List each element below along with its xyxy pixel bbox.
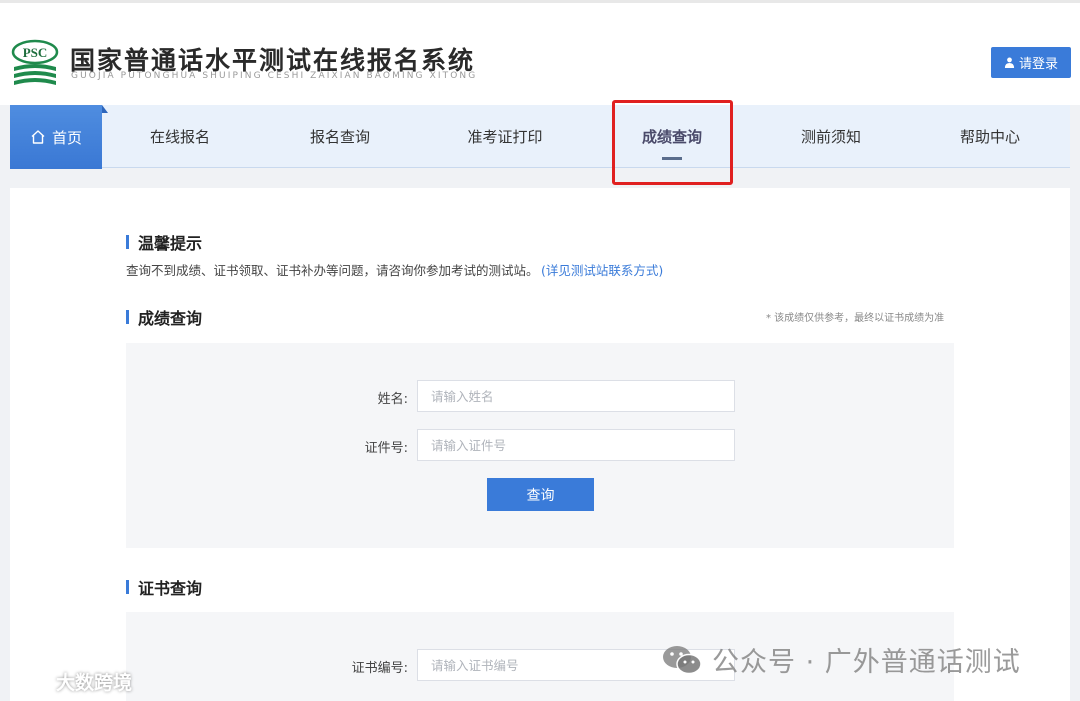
home-icon (31, 130, 45, 144)
watermark-left-text: 大数跨境 (56, 672, 133, 694)
chat-bubble-icon (11, 672, 48, 694)
login-button[interactable]: 请登录 (991, 47, 1071, 78)
user-icon (1004, 57, 1015, 68)
nav-item-pre-test-notice[interactable]: 测前须知 (781, 105, 881, 168)
score-query-submit-button[interactable]: 查询 (487, 478, 594, 511)
psc-logo: PSC (11, 39, 59, 85)
name-input[interactable] (417, 380, 735, 412)
cert-query-title-text: 证书查询 (138, 579, 203, 598)
site-title-pinyin: GUOJIA PUTONGHUA SHUIPING CESHI ZAIXIAN … (71, 71, 478, 81)
nav-item-admission-ticket[interactable]: 准考证打印 (455, 105, 555, 168)
id-number-label: 证件号: (364, 441, 408, 456)
active-tab-indicator (662, 157, 682, 160)
watermark-left: 大数跨境 (10, 668, 132, 695)
nav-item-help-center[interactable]: 帮助中心 (940, 105, 1040, 168)
nav-item-online-registration[interactable]: 在线报名 (130, 105, 230, 168)
site-header: PSC 国家普通话水平测试在线报名系统 GUOJIA PUTONGHUA SHU… (0, 3, 1080, 105)
login-label: 请登录 (1018, 57, 1058, 72)
score-disclaimer: * 该成绩仅供参考，最终以证书成绩为准 (766, 313, 945, 324)
nav-home-notch (102, 105, 108, 113)
id-number-input[interactable] (417, 429, 735, 461)
wechat-icon (663, 645, 702, 674)
watermark-right-text: 公众号 · 广外普通话测试 (712, 647, 1021, 678)
nav-item-home[interactable]: 首页 (10, 105, 102, 169)
score-query-title-text: 成绩查询 (138, 309, 203, 328)
tips-title-text: 温馨提示 (138, 234, 203, 253)
name-label: 姓名: (377, 392, 408, 407)
tips-text: 查询不到成绩、证书领取、证书补办等问题，请咨询你参加考试的测试站。 (126, 263, 539, 278)
cert-number-label: 证书编号: (351, 661, 408, 676)
nav-item-registration-query[interactable]: 报名查询 (290, 105, 390, 168)
score-query-title: 成绩查询 (126, 305, 202, 329)
nav-home-label: 首页 (51, 128, 82, 147)
test-station-contact-link[interactable]: (详见测试站联系方式) (541, 260, 663, 279)
tips-title: 温馨提示 (126, 230, 202, 254)
cert-query-title: 证书查询 (126, 575, 202, 599)
main-nav: 首页 在线报名 报名查询 准考证打印 成绩查询 测前须知 帮助中心 (10, 105, 1070, 169)
svg-text:PSC: PSC (23, 45, 48, 60)
watermark-right: 公众号 · 广外普通话测试 (660, 640, 1021, 679)
